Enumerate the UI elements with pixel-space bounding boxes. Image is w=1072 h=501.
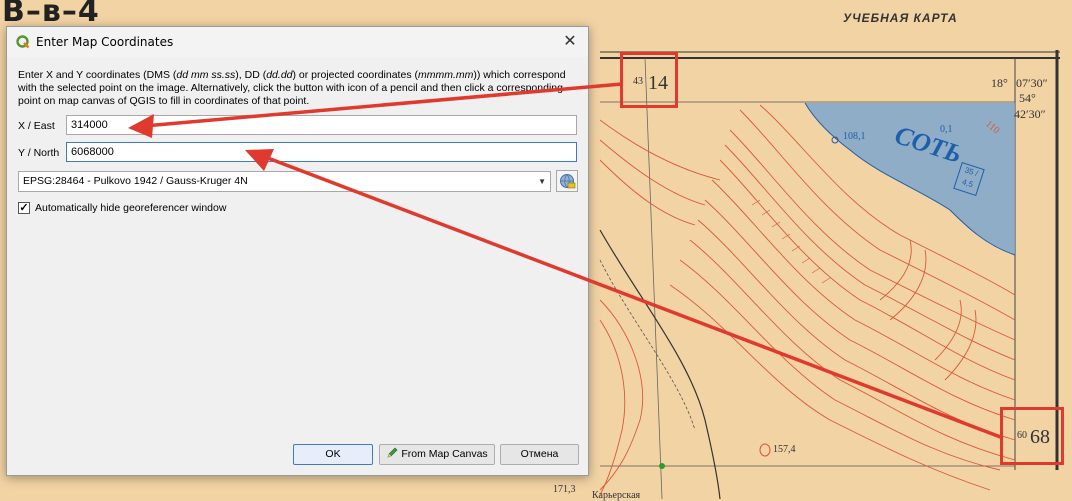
map-lat-degree: 54° (1019, 91, 1036, 105)
ok-button-label: OK (325, 448, 341, 460)
dialog-title: Enter Map Coordinates (36, 35, 174, 49)
instructions-text: Enter X and Y coordinates (DMS (dd mm ss… (18, 69, 566, 107)
auto-hide-checkbox[interactable]: ✓ (18, 202, 30, 214)
from-map-canvas-label: From Map Canvas (401, 448, 488, 460)
dialog-titlebar[interactable]: Enter Map Coordinates ✕ (7, 27, 588, 57)
auto-hide-label: Automatically hide georeferencer window (35, 202, 227, 214)
x-east-label: X / East (18, 120, 55, 132)
qgis-icon (16, 35, 30, 49)
from-map-canvas-button[interactable]: From Map Canvas (379, 444, 495, 465)
map-elevation-108: 108,1 (843, 131, 866, 142)
close-icon[interactable]: ✕ (558, 32, 582, 52)
map-heading: УЧЕБНАЯ КАРТА (843, 11, 958, 25)
map-place-name: Карьерская (592, 490, 641, 501)
map-elevation-171: 171,3 (553, 484, 576, 495)
cancel-button-label: Отмена (520, 448, 559, 460)
crs-select[interactable]: EPSG:28464 - Pulkovo 1942 / Gauss-Kruger… (18, 171, 551, 192)
crs-globe-icon (560, 174, 576, 189)
y-north-label: Y / North (18, 147, 60, 159)
x-east-input[interactable]: 314000 (66, 115, 577, 135)
map-lon-minutes: 07′30″ (1016, 76, 1048, 90)
enter-map-coordinates-dialog: Enter Map Coordinates ✕ Enter X and Y co… (6, 26, 589, 476)
crs-select-value: EPSG:28464 - Pulkovo 1942 / Gauss-Kruger… (23, 175, 248, 187)
map-river-depth: 0,1 (940, 124, 953, 135)
crs-selector-button[interactable] (556, 170, 578, 192)
y-north-input[interactable]: 6068000 (66, 142, 577, 162)
ok-button[interactable]: OK (293, 444, 373, 465)
map-lat-minutes: 42′30″ (1014, 107, 1046, 121)
map-lon-degree: 18° (991, 76, 1008, 90)
highlight-box-bottom (1000, 407, 1064, 465)
highlight-box-top (620, 52, 678, 108)
map-sheet-title: В–в–4 (2, 0, 100, 29)
map-elevation-157: 157,4 (773, 444, 796, 455)
pencil-icon (386, 447, 398, 466)
checkmark-icon: ✓ (19, 202, 29, 214)
cancel-button[interactable]: Отмена (500, 444, 579, 465)
chevron-down-icon: ▼ (538, 177, 546, 186)
